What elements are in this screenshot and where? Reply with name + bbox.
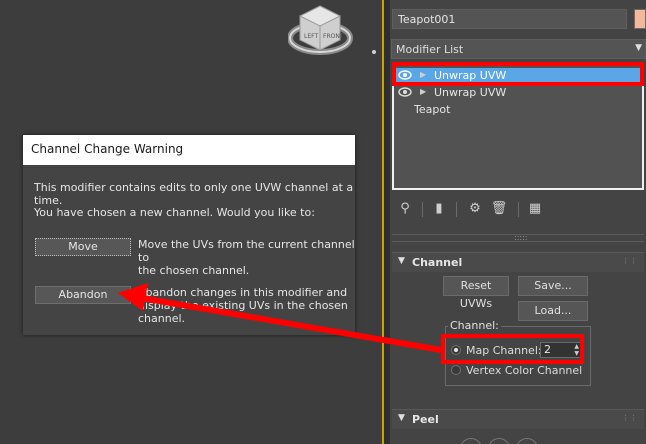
configure-modifier-sets-icon[interactable]: ▦ <box>526 200 544 218</box>
channel-rollout-title: Channel <box>412 256 463 269</box>
panel-splitter[interactable] <box>382 0 390 444</box>
show-end-result-icon[interactable]: ▮ <box>430 200 448 218</box>
abandon-description-line: channel. <box>138 312 186 325</box>
modifier-list-label: Modifier List <box>396 43 464 56</box>
move-description-line: Move the UVs from the current channel to <box>138 238 355 264</box>
load-button[interactable]: Load... <box>518 301 588 321</box>
pin-stack-icon[interactable]: ⚲ <box>396 200 414 218</box>
reset-uvws-button[interactable]: Reset UVWs <box>443 276 509 310</box>
stack-item-unwrap-uvw[interactable]: ▶ Unwrap UVW <box>394 85 642 101</box>
dialog-message-2: You have chosen a new channel. Would you… <box>34 206 315 219</box>
highlight-box-map-channel <box>441 334 584 364</box>
abandon-description-line: display the existing UVs in the chosen <box>138 299 348 312</box>
peel-rollout-header[interactable]: ▼ Peel ⋮⋮ <box>392 409 644 429</box>
move-description: Move the UVs from the current channel to… <box>138 238 355 277</box>
channel-group-label: Channel: <box>448 319 501 332</box>
object-color-swatch[interactable] <box>634 9 646 29</box>
vertex-color-label: Vertex Color Channel <box>466 364 583 377</box>
move-button[interactable]: Move <box>35 238 131 256</box>
peel-rollout-title: Peel <box>412 413 439 426</box>
dialog-message-1: This modifier contains edits to only one… <box>34 181 354 207</box>
dialog-title: Channel Change Warning <box>23 135 355 165</box>
peel-tool-icon[interactable] <box>516 438 538 444</box>
peel-tool-icons <box>460 434 580 444</box>
viewcube-front-label: FRONT <box>323 33 344 40</box>
chevron-down-icon: ▼ <box>635 43 642 53</box>
move-description-line: the chosen channel. <box>138 264 250 277</box>
peel-tool-icon[interactable] <box>488 438 510 444</box>
trash-icon[interactable]: 🗑 <box>490 200 508 218</box>
abandon-description-line: Abandon changes in this modifier and <box>138 286 348 299</box>
stack-item-label: Teapot <box>414 103 451 116</box>
viewcube-left-label: LEFT <box>304 33 318 40</box>
modifier-list-dropdown[interactable]: Modifier List ▼ <box>391 39 646 59</box>
abandon-button[interactable]: Abandon <box>35 286 131 304</box>
abandon-description: Abandon changes in this modifier and dis… <box>138 286 348 325</box>
viewcube[interactable]: LEFT FRONT <box>288 2 378 64</box>
object-name-field[interactable]: Teapot001 <box>392 9 627 29</box>
stack-item-teapot[interactable]: Teapot <box>394 102 642 118</box>
vertex-color-radio[interactable] <box>451 365 461 375</box>
collapse-triangle-icon: ▼ <box>398 413 405 423</box>
channel-change-warning-dialog: Channel Change Warning This modifier con… <box>23 135 355 335</box>
grip-icon: ⋮⋮ <box>622 414 638 422</box>
save-button[interactable]: Save... <box>518 276 588 296</box>
grip-icon: ⋮⋮ <box>622 257 638 265</box>
expand-triangle-icon[interactable]: ▶ <box>420 87 426 96</box>
collapse-triangle-icon: ▼ <box>398 256 405 266</box>
stack-item-label: Unwrap UVW <box>434 86 507 99</box>
highlight-box-stack <box>392 62 644 86</box>
panel-drag-bar[interactable]: ::::: <box>392 234 644 242</box>
make-unique-icon[interactable]: ⚙ <box>466 200 484 218</box>
peel-tool-icon[interactable] <box>460 438 482 444</box>
eye-icon[interactable] <box>398 86 412 98</box>
channel-rollout-header[interactable]: ▼ Channel ⋮⋮ <box>392 252 644 272</box>
stack-toolbar: ⚲ ▮ ⚙ 🗑 ▦ <box>390 200 646 222</box>
